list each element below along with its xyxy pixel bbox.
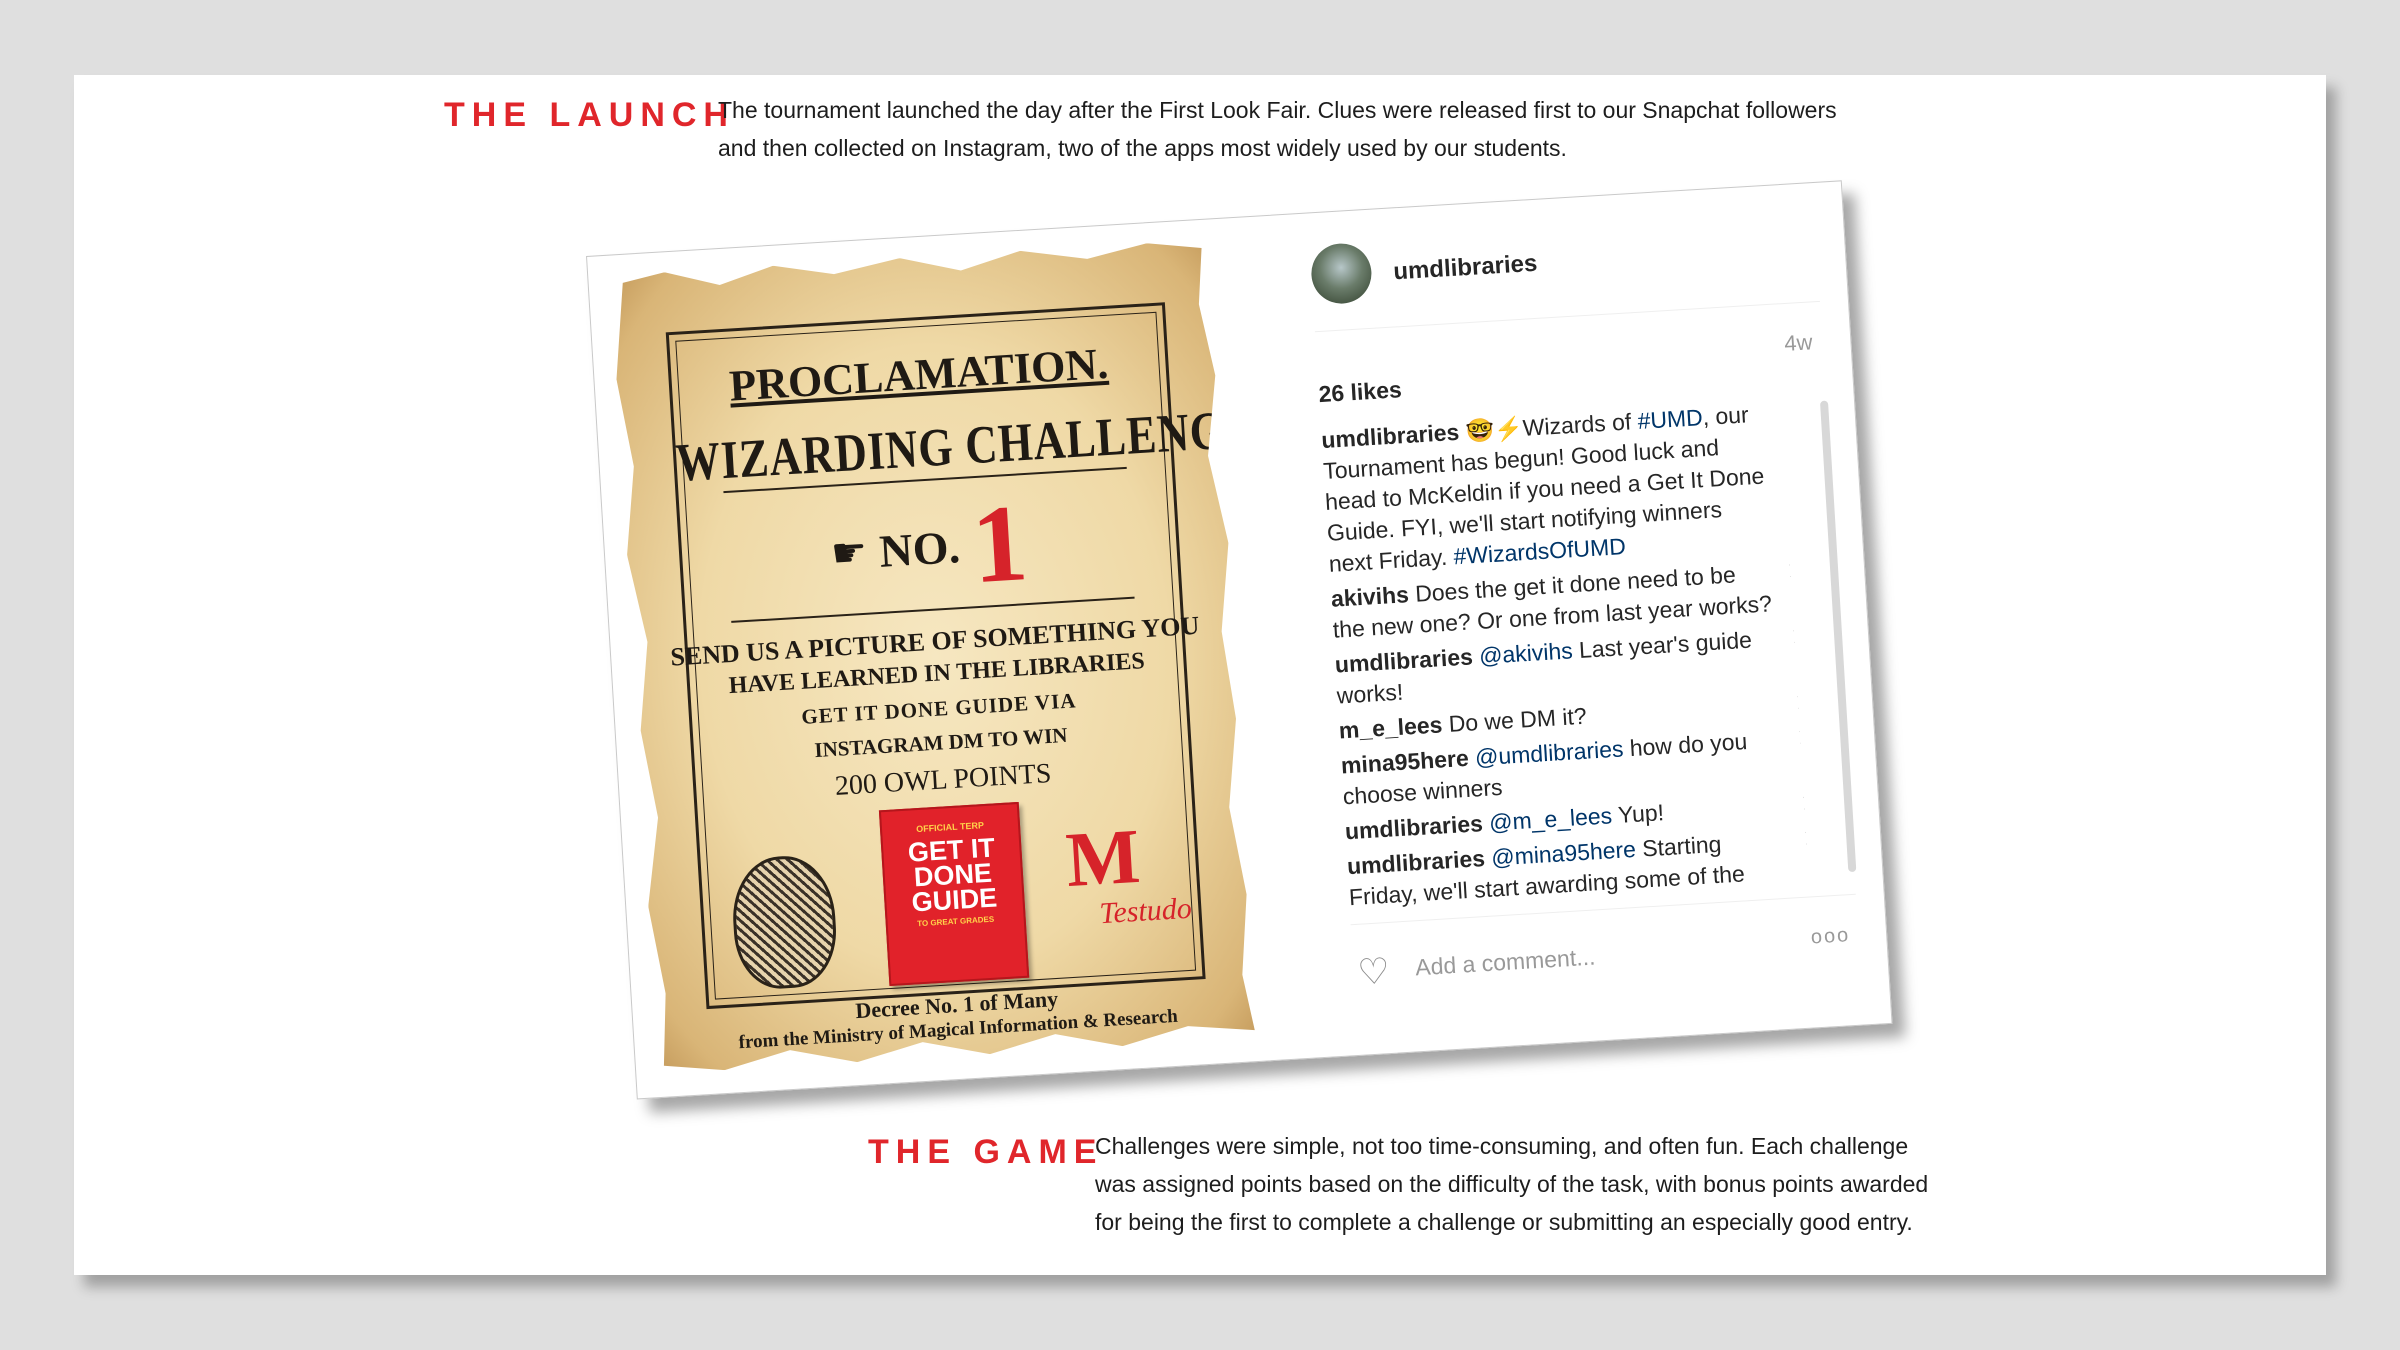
- delete-comment-icon[interactable]: ✕: [1796, 722, 1810, 754]
- mention-link[interactable]: @m_e_lees: [1488, 802, 1612, 835]
- book-top-text: OFFICIAL TERP: [915, 820, 985, 835]
- instagram-panel: umdlibraries 4w 26 likes umdlibraries 🤓⚡…: [1286, 181, 1892, 1056]
- comment-username[interactable]: mina95here: [1340, 745, 1469, 779]
- more-options-icon[interactable]: ooo: [1810, 924, 1851, 949]
- avatar[interactable]: [1309, 241, 1374, 306]
- mention-link[interactable]: @umdlibraries: [1474, 735, 1624, 770]
- likes-count[interactable]: 26 likes: [1318, 376, 1403, 408]
- mention-link[interactable]: @mina95here: [1490, 836, 1636, 871]
- post-username[interactable]: umdlibraries: [1393, 250, 1538, 287]
- delete-comment-icon[interactable]: ✕: [1789, 621, 1809, 653]
- game-heading: THE GAME: [868, 1133, 1104, 1171]
- comment-username[interactable]: akivihs: [1330, 581, 1409, 612]
- launch-heading: THE LAUNCH: [444, 96, 735, 134]
- delete-comment-icon[interactable]: ✕: [1793, 687, 1809, 719]
- add-comment-input[interactable]: Add a comment...: [1415, 944, 1597, 982]
- poster-number-label: NO.: [877, 521, 962, 577]
- delete-comment-icon[interactable]: ✕: [1802, 823, 1810, 855]
- mention-link[interactable]: @akivihs: [1478, 637, 1573, 669]
- comment-username[interactable]: umdlibraries: [1346, 845, 1485, 879]
- instagram-post-screenshot: PROCLAMATION. WIZARDING CHALLENGE ☛ NO. …: [586, 180, 1893, 1100]
- game-text-line: was assigned points based on the difficu…: [1095, 1171, 1929, 1197]
- comment-username[interactable]: umdlibraries: [1344, 810, 1483, 844]
- launch-text-line: The tournament launched the day after th…: [718, 97, 1837, 123]
- divider: [1314, 300, 1820, 333]
- post-timestamp: 4w: [1783, 329, 1814, 357]
- delete-comment-icon[interactable]: ✕: [1799, 788, 1809, 820]
- game-text-line: Challenges were simple, not too time-con…: [1095, 1133, 1909, 1159]
- comment-username[interactable]: umdlibraries: [1334, 643, 1473, 677]
- get-it-done-guide-book: OFFICIAL TERP GET IT DONE GUIDE TO GREAT…: [879, 802, 1029, 986]
- page-sheet: THE LAUNCH The tournament launched the d…: [74, 75, 2326, 1275]
- maryland-m-logo: M: [1063, 811, 1143, 904]
- hashtag-link[interactable]: #WizardsOfUMD: [1453, 533, 1627, 569]
- comments-scrollbar[interactable]: [1819, 400, 1857, 873]
- pointing-hand-icon: ☛: [829, 530, 869, 577]
- comment-text: Do we DM it?: [1441, 702, 1588, 738]
- game-text: Challenges were simple, not too time-con…: [1095, 1127, 1928, 1241]
- testudo-signature: Testudo: [1098, 891, 1193, 931]
- heart-icon[interactable]: ♡: [1356, 950, 1391, 994]
- poster-number: 1: [968, 481, 1031, 607]
- comment-list: umdlibraries 🤓⚡Wizards of #UMD, our Tour…: [1321, 397, 1810, 914]
- comment-username[interactable]: m_e_lees: [1338, 711, 1443, 743]
- launch-text: The tournament launched the day after th…: [718, 91, 1837, 167]
- comment-text: 🤓⚡Wizards of: [1458, 408, 1639, 445]
- proclamation-poster: PROCLAMATION. WIZARDING CHALLENGE ☛ NO. …: [610, 239, 1261, 1074]
- hashtag-link[interactable]: #UMD: [1637, 404, 1704, 434]
- game-text-line: for being the first to complete a challe…: [1095, 1209, 1913, 1235]
- comment-item: umdlibraries 🤓⚡Wizards of #UMD, our Tour…: [1321, 397, 1789, 579]
- comment-text: Yup!: [1611, 799, 1665, 829]
- launch-text-line: and then collected on Instagram, two of …: [718, 135, 1567, 161]
- comment-username[interactable]: umdlibraries: [1321, 419, 1460, 453]
- book-title: GET IT DONE GUIDE: [907, 832, 998, 918]
- delete-comment-icon[interactable]: ✕: [1785, 555, 1809, 587]
